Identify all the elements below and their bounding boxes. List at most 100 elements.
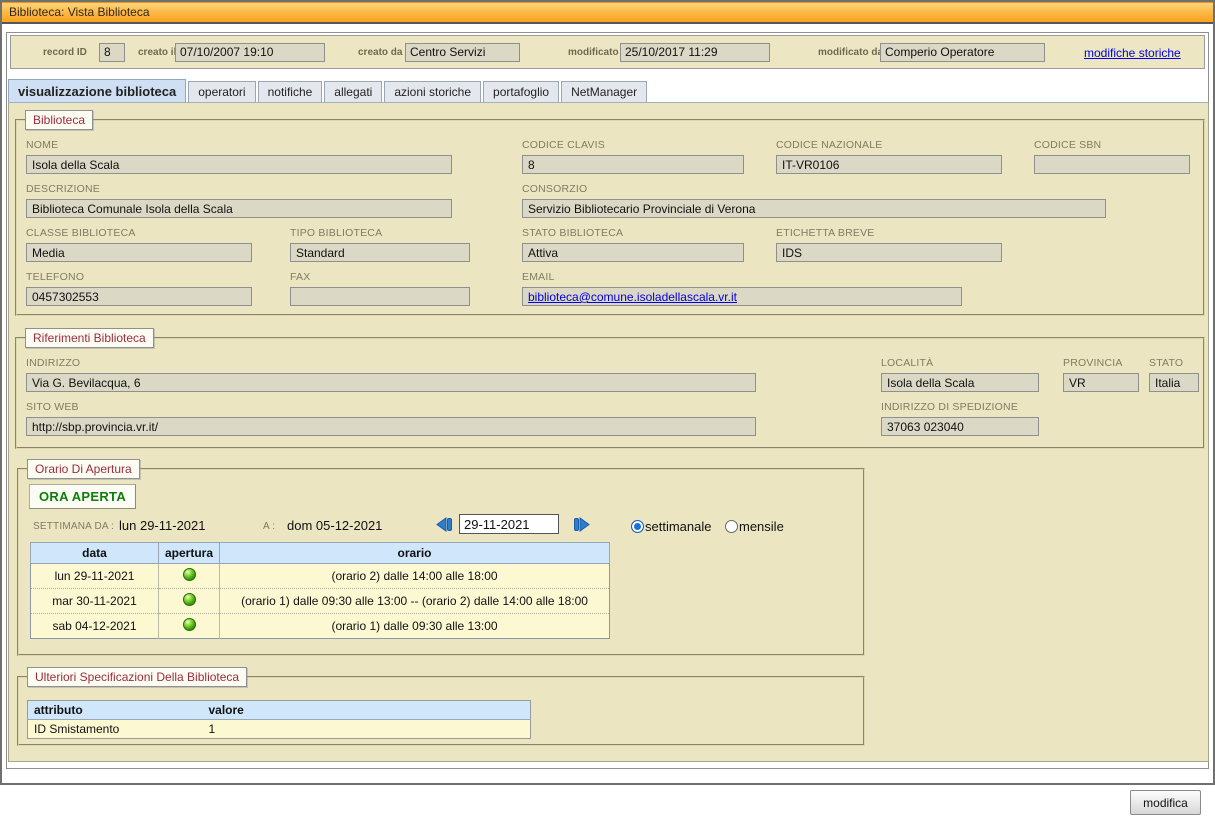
nome-field: Isola della Scala	[26, 155, 452, 174]
tab-operatori[interactable]: operatori	[188, 81, 255, 102]
riferimenti-fieldset: Riferimenti Biblioteca INDIRIZZO Via G. …	[15, 337, 1205, 449]
tab-netmanager[interactable]: NetManager	[561, 81, 647, 102]
tab-visualizzazione-biblioteca[interactable]: visualizzazione biblioteca	[8, 79, 186, 102]
modifiche-storiche-link[interactable]: modifiche storiche	[1084, 46, 1181, 60]
orario-row-date: sab 04-12-2021	[31, 614, 159, 639]
attributi-table-row: ID Smistamento 1	[28, 720, 531, 739]
tab-notifiche[interactable]: notifiche	[258, 81, 323, 102]
codice-sbn-field	[1034, 155, 1190, 174]
orario-table-row: mar 30-11-2021 (orario 1) dalle 09:30 al…	[31, 589, 610, 614]
consorzio-label: CONSORZIO	[522, 183, 587, 195]
stato-field: Italia	[1149, 373, 1199, 392]
codice-clavis-field: 8	[522, 155, 744, 174]
indirizzo-spedizione-field: 37063 023040	[881, 417, 1039, 436]
settimana-a-value: dom 05-12-2021	[287, 518, 382, 533]
radio-mensile[interactable]: mensile	[725, 518, 784, 536]
attributi-col-valore: valore	[203, 701, 531, 720]
open-status-icon	[183, 568, 196, 581]
record-id-label: record ID	[43, 47, 87, 58]
consorzio-field: Servizio Bibliotecario Provinciale di Ve…	[522, 199, 1106, 218]
settimana-a-label: A :	[263, 521, 275, 532]
provincia-field: VR	[1063, 373, 1139, 392]
email-label: EMAIL	[522, 271, 555, 283]
settimana-da-label: SETTIMANA DA :	[33, 521, 114, 532]
indirizzo-spedizione-label: INDIRIZZO DI SPEDIZIONE	[881, 401, 1018, 413]
orario-col-apertura: apertura	[159, 543, 220, 564]
localita-field: Isola della Scala	[881, 373, 1039, 392]
codice-nazionale-label: CODICE NAZIONALE	[776, 139, 882, 151]
biblioteca-legend: Biblioteca	[25, 110, 93, 130]
attributi-table: attributo valore ID Smistamento 1	[27, 700, 531, 739]
riferimenti-legend: Riferimenti Biblioteca	[25, 328, 154, 348]
modificato-il-field: 25/10/2017 11:29	[620, 43, 770, 62]
email-link[interactable]: biblioteca@comune.isoladellascala.vr.it	[528, 290, 737, 304]
orario-table-row: sab 04-12-2021 (orario 1) dalle 09:30 al…	[31, 614, 610, 639]
record-id-field: 8	[99, 43, 125, 62]
orario-col-orario: orario	[220, 543, 610, 564]
radio-settimanale[interactable]: settimanale	[631, 518, 711, 536]
sito-web-field: http://sbp.provincia.vr.it/	[26, 417, 756, 436]
orario-row-date: mar 30-11-2021	[31, 589, 159, 614]
creato-da-label: creato da	[358, 47, 402, 58]
ulteriori-fieldset: Ulteriori Specificazioni Della Bibliotec…	[17, 676, 865, 746]
modificato-da-label: modificato da	[818, 47, 883, 58]
creato-il-field: 07/10/2007 19:10	[175, 43, 325, 62]
next-week-icon[interactable]	[571, 517, 591, 533]
radio-mensile-label: mensile	[739, 519, 784, 534]
orario-row-hours: (orario 1) dalle 09:30 alle 13:00 -- (or…	[220, 589, 610, 614]
tab-azioni-storiche[interactable]: azioni storiche	[384, 81, 481, 102]
week-date-input[interactable]	[459, 514, 559, 534]
orario-row-date: lun 29-11-2021	[31, 564, 159, 589]
etichetta-breve-field: IDS	[776, 243, 1002, 262]
valore-cell: 1	[203, 720, 531, 739]
sito-web-label: SITO WEB	[26, 401, 79, 413]
telefono-label: TELEFONO	[26, 271, 84, 283]
content-frame: record ID 8 creato il 07/10/2007 19:10 c…	[6, 32, 1209, 769]
stato-biblioteca-label: STATO BIBLIOTECA	[522, 227, 623, 239]
radio-settimanale-label: settimanale	[645, 519, 711, 534]
etichetta-breve-label: ETICHETTA BREVE	[776, 227, 875, 239]
orario-table-row: lun 29-11-2021 (orario 2) dalle 14:00 al…	[31, 564, 610, 589]
previous-week-icon[interactable]	[435, 517, 455, 533]
indirizzo-label: INDIRIZZO	[26, 357, 80, 369]
tab-portafoglio[interactable]: portafoglio	[483, 81, 559, 102]
window-title: Biblioteca: Vista Biblioteca	[2, 2, 1213, 24]
orario-table: data apertura orario lun 29-11-2021 (ora…	[30, 542, 610, 639]
attributi-col-attributo: attributo	[28, 701, 203, 720]
codice-clavis-label: CODICE CLAVIS	[522, 139, 605, 151]
orario-fieldset: Orario Di Apertura ORA APERTA SETTIMANA …	[17, 468, 865, 656]
indirizzo-field: Via G. Bevilacqua, 6	[26, 373, 756, 392]
tipo-biblioteca-field: Standard	[290, 243, 470, 262]
stato-label: STATO	[1149, 357, 1183, 369]
descrizione-label: DESCRIZIONE	[26, 183, 100, 195]
creato-da-field: Centro Servizi	[405, 43, 520, 62]
email-field: biblioteca@comune.isoladellascala.vr.it	[522, 287, 962, 306]
fax-field	[290, 287, 470, 306]
tipo-biblioteca-label: TIPO BIBLIOTECA	[290, 227, 382, 239]
fax-label: FAX	[290, 271, 310, 283]
attributo-cell: ID Smistamento	[28, 720, 203, 739]
stato-biblioteca-field: Attiva	[522, 243, 744, 262]
ulteriori-legend: Ulteriori Specificazioni Della Bibliotec…	[27, 667, 247, 687]
app-window: Biblioteca: Vista Biblioteca record ID 8…	[0, 0, 1215, 785]
radio-settimanale-icon	[631, 520, 644, 533]
radio-mensile-icon	[725, 520, 738, 533]
orario-col-data: data	[31, 543, 159, 564]
orario-row-hours: (orario 2) dalle 14:00 alle 18:00	[220, 564, 610, 589]
descrizione-field: Biblioteca Comunale Isola della Scala	[26, 199, 452, 218]
tab-panel: Biblioteca NOME Isola della Scala CODICE…	[8, 102, 1209, 762]
record-info-bar: record ID 8 creato il 07/10/2007 19:10 c…	[10, 35, 1205, 69]
tab-allegati[interactable]: allegati	[324, 81, 382, 102]
codice-sbn-label: CODICE SBN	[1034, 139, 1101, 151]
localita-label: LOCALITÀ	[881, 357, 933, 369]
biblioteca-fieldset: Biblioteca NOME Isola della Scala CODICE…	[15, 119, 1205, 316]
codice-nazionale-field: IT-VR0106	[776, 155, 1002, 174]
modifica-button[interactable]: modifica	[1130, 790, 1201, 815]
ora-aperta-badge: ORA APERTA	[29, 484, 136, 509]
open-status-icon	[183, 618, 196, 631]
nome-label: NOME	[26, 139, 58, 151]
settimana-da-value: lun 29-11-2021	[119, 518, 206, 533]
modificato-da-field: Comperio Operatore	[880, 43, 1045, 62]
modificato-il-label: modificato il	[568, 47, 627, 58]
provincia-label: PROVINCIA	[1063, 357, 1123, 369]
